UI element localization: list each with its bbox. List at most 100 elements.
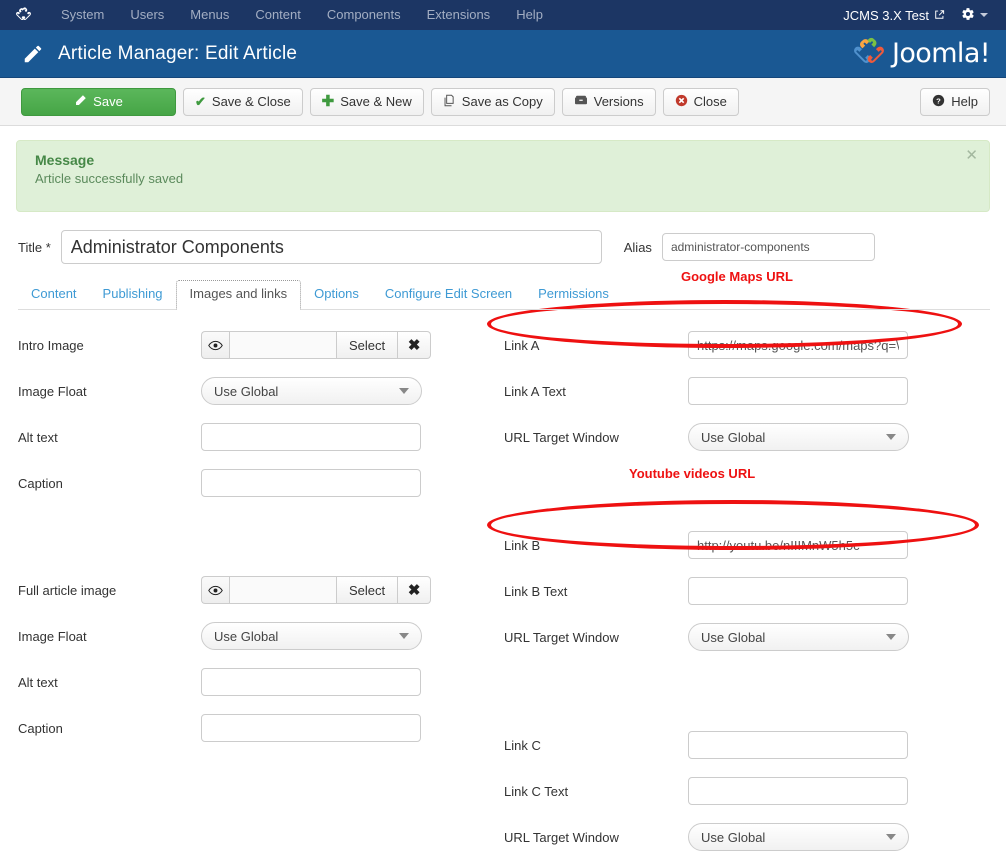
tab-images-and-links[interactable]: Images and links: [175, 280, 302, 310]
joomla-wordmark: Joomla!: [892, 38, 991, 69]
menu-item-system[interactable]: System: [48, 0, 117, 30]
versions-button[interactable]: Versions: [561, 87, 656, 116]
menu-item-menus[interactable]: Menus: [177, 0, 242, 30]
link-b-target-label: URL Target Window: [504, 629, 619, 645]
chevron-down-icon: [886, 434, 896, 440]
pencil-icon: [22, 43, 44, 65]
link-a-target-select[interactable]: Use Global: [688, 423, 909, 451]
tab-permissions[interactable]: Permissions: [525, 281, 622, 309]
link-b-target-value: Use Global: [701, 629, 766, 645]
settings-dropdown[interactable]: [959, 7, 994, 24]
menu-item-extensions[interactable]: Extensions: [414, 0, 504, 30]
topbar-right-group: JCMS 3.X Test: [843, 7, 994, 24]
joomla-mark-icon: [854, 37, 884, 63]
intro-alt-input[interactable]: [201, 423, 421, 451]
chevron-down-icon: [886, 634, 896, 640]
alert-title: Message: [35, 152, 95, 168]
title-input[interactable]: [60, 230, 602, 264]
full-caption-input[interactable]: [201, 714, 421, 742]
alert-text: Article successfully saved: [35, 171, 184, 186]
site-preview-link[interactable]: JCMS 3.X Test: [843, 8, 959, 23]
save-and-close-button[interactable]: ✔ Save & Close: [183, 87, 303, 116]
chevron-down-icon: [980, 13, 988, 17]
full-float-select[interactable]: Use Global: [201, 622, 422, 650]
archive-icon: [574, 94, 588, 109]
save-and-new-button[interactable]: ✚ Save & New: [309, 87, 424, 116]
tab-configure-edit-screen[interactable]: Configure Edit Screen: [372, 281, 525, 309]
field-link-b-target: URL Target Window Use Global: [504, 614, 984, 660]
help-button-label: Help: [951, 94, 978, 109]
gear-icon: [961, 7, 975, 24]
link-b-input[interactable]: [688, 531, 908, 559]
link-b-target-select[interactable]: Use Global: [688, 623, 909, 651]
save-button[interactable]: Save: [21, 87, 176, 116]
intro-float-select[interactable]: Use Global: [201, 377, 422, 405]
joomla-logo-icon[interactable]: [14, 6, 32, 24]
link-a-input[interactable]: [688, 331, 908, 359]
link-c-target-value: Use Global: [701, 829, 766, 845]
eye-icon[interactable]: [201, 331, 229, 359]
link-b-text-input[interactable]: [688, 577, 908, 605]
link-c-target-select[interactable]: Use Global: [688, 823, 909, 851]
full-image-label: Full article image: [18, 582, 117, 598]
menu-item-content[interactable]: Content: [242, 0, 314, 30]
tab-publishing[interactable]: Publishing: [90, 281, 176, 309]
save-as-copy-button[interactable]: Save as Copy: [430, 87, 555, 116]
images-and-links-panel: Intro Image Select ✖ Image Float Use Glo…: [0, 310, 1006, 851]
field-link-b: Link B: [504, 522, 984, 568]
field-intro-image-float: Image Float Use Global: [18, 368, 458, 414]
versions-label: Versions: [593, 94, 644, 109]
field-intro-caption: Caption: [18, 460, 458, 506]
copy-icon: [443, 94, 456, 110]
field-link-c-target: URL Target Window Use Global: [504, 814, 984, 860]
svg-text:?: ?: [936, 96, 941, 105]
link-a-text-input[interactable]: [688, 377, 908, 405]
link-c-text-label: Link C Text: [504, 783, 569, 799]
link-a-target-value: Use Global: [701, 429, 766, 445]
link-a-text-label: Link A Text: [504, 383, 566, 399]
eye-icon[interactable]: [201, 576, 229, 604]
help-button[interactable]: ? Help: [920, 87, 990, 116]
help-circle-icon: ?: [932, 94, 945, 110]
menu-item-components[interactable]: Components: [314, 0, 414, 30]
intro-float-label: Image Float: [18, 383, 87, 399]
intro-image-input[interactable]: [229, 331, 336, 359]
menu-item-users[interactable]: Users: [117, 0, 177, 30]
field-link-c: Link C: [504, 722, 984, 768]
intro-image-clear-button[interactable]: ✖: [398, 331, 432, 359]
save-and-close-label: Save & Close: [211, 94, 291, 109]
link-c-label: Link C: [504, 737, 541, 753]
editor-toolbar: Save ✔ Save & Close ✚ Save & New Save as…: [0, 78, 1006, 126]
close-button[interactable]: Close: [662, 87, 739, 116]
close-circle-icon: [675, 94, 688, 110]
field-intro-alt-text: Alt text: [18, 414, 458, 460]
external-link-icon: [934, 8, 945, 23]
chevron-down-icon: [886, 834, 896, 840]
site-name-label: JCMS 3.X Test: [843, 7, 929, 23]
link-a-label: Link A: [504, 337, 540, 353]
full-image-select-button[interactable]: Select: [336, 576, 399, 604]
alias-input[interactable]: [661, 233, 875, 261]
link-c-input[interactable]: [688, 731, 908, 759]
full-float-label: Image Float: [18, 628, 87, 644]
status-message-alert: ✕ Message Article successfully saved: [16, 140, 990, 212]
link-b-label: Link B: [504, 537, 541, 553]
full-alt-input[interactable]: [201, 668, 421, 696]
link-c-text-input[interactable]: [688, 777, 908, 805]
save-button-label: Save: [93, 94, 123, 109]
intro-image-select-button[interactable]: Select: [336, 331, 399, 359]
tab-content[interactable]: Content: [18, 281, 90, 309]
alert-close-icon[interactable]: ✕: [965, 148, 978, 163]
save-icon: [74, 94, 87, 110]
menu-item-help[interactable]: Help: [503, 0, 556, 30]
admin-top-menu-bar: System Users Menus Content Components Ex…: [0, 0, 1006, 30]
intro-caption-input[interactable]: [201, 469, 421, 497]
full-image-clear-button[interactable]: ✖: [398, 576, 432, 604]
tab-options[interactable]: Options: [301, 281, 372, 309]
field-link-a: Link A: [504, 322, 984, 368]
full-image-input[interactable]: [229, 576, 336, 604]
intro-float-value: Use Global: [214, 383, 279, 399]
field-link-a-target: URL Target Window Use Global: [504, 414, 984, 460]
close-button-label: Close: [693, 94, 727, 109]
field-full-alt-text: Alt text: [18, 659, 458, 705]
